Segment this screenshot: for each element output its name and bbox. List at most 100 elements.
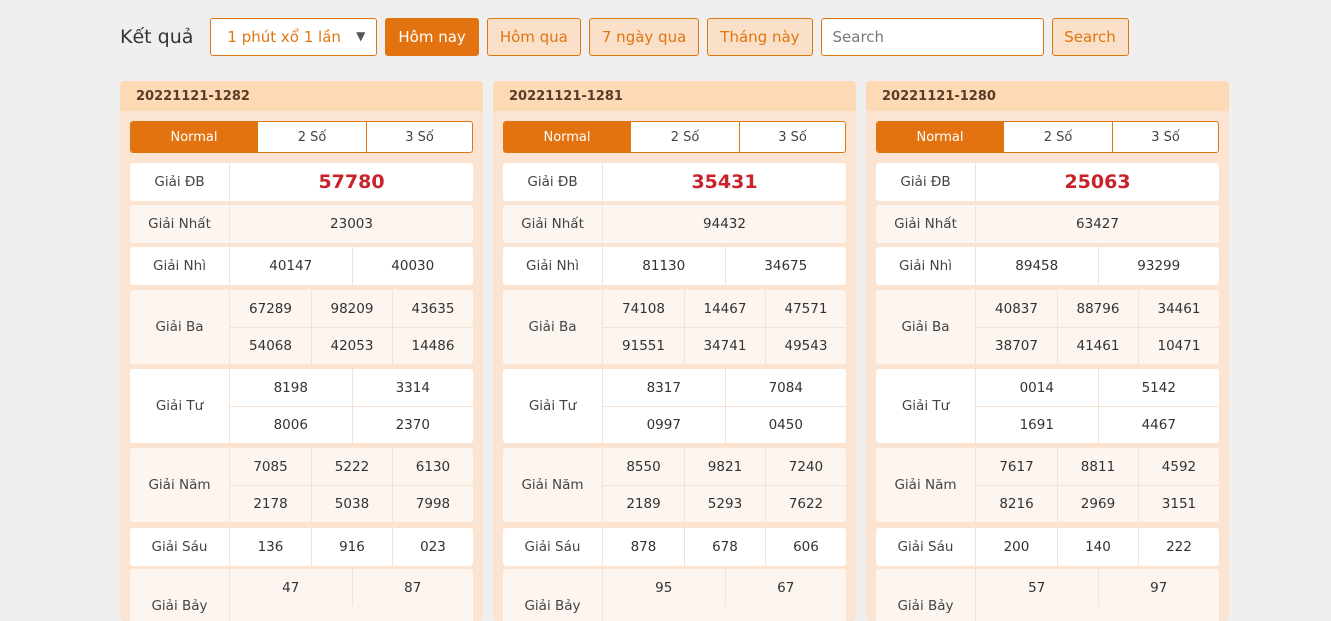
prize-label: Giải Nhất [503,205,603,243]
prize-row: Giải Ba 74108 14467 47571 91551 34741 49543 [503,290,846,364]
prize-row: Giải Ba 67289 98209 43635 54068 42053 14486 [130,290,473,364]
prize-row: Giải ĐB 35431 [503,163,846,201]
prize-label: Giải Tư [130,369,230,443]
prize-label: Giải Năm [130,448,230,522]
prize-number: 89458 [1015,258,1059,274]
prize-number: 81130 [642,258,686,274]
prize-number: 0014 [1019,379,1054,396]
prize-number: 6130 [391,448,473,485]
prize-label: Giải Năm [876,448,976,522]
prize-number: 42053 [310,327,392,364]
prize-numbers: 878 678 606 [603,528,846,566]
prize-numbers: 8198 3314 8006 2370 [230,369,473,443]
prize-row: Giải Nhì 89458 93299 [876,247,1219,285]
prize-number: 2178 [230,485,311,522]
prize-number: 136 [257,539,284,555]
prize-label: Giải Nhất [876,205,976,243]
prize-number: 8006 [230,406,352,443]
prize-number: 8216 [976,485,1057,522]
result-card: 20221121-1280 Normal 2 Số 3 Số Giải ĐB 25063 G… [866,81,1229,621]
digit-mode-tabs: Normal 2 Số 3 Số [503,121,846,153]
prize-row: Giải Nhất 23003 [130,205,473,243]
prize-number: 140 [1056,528,1138,566]
prize-number: 606 [764,528,846,566]
prize-number: 40030 [351,247,474,285]
filter-toolbar: Kết quả 1 phút xổ 1 lần ▼ Hôm nay Hôm qu… [120,18,1129,56]
prize-label: Giải Sáu [130,528,230,566]
prize-numbers: 0014 5142 1691 4467 [976,369,1219,443]
prize-label: Giải Ba [503,290,603,364]
this-month-button[interactable]: Tháng này [707,18,813,56]
tab-2-digit[interactable]: 2 Số [257,122,366,152]
search-button[interactable]: Search [1051,18,1129,56]
prize-row: Giải Nhất 94432 [503,205,846,243]
prize-number: 14467 [683,290,765,327]
prize-number: 10471 [1137,327,1219,364]
prize-number: 14486 [391,327,473,364]
prize-number: 91551 [603,327,684,364]
prize-number: 8550 [626,458,661,475]
results-label: Kết quả [120,26,194,48]
prize-number: 88796 [1056,290,1138,327]
prize-numbers: 35431 [603,163,846,201]
prize-label: Giải Nhất [130,205,230,243]
search-input[interactable]: Search [820,18,1044,56]
tab-2-digit[interactable]: 2 Số [1003,122,1112,152]
prize-numbers: 40837 88796 34461 38707 41461 10471 [976,290,1219,364]
result-card: 20221121-1282 Normal 2 Số 3 Số Giải ĐB 57780 G… [120,81,483,621]
prize-number: 8198 [273,379,308,396]
prize-number: 49543 [764,327,846,364]
prize-number: 3151 [1137,485,1219,522]
prize-row: Giải ĐB 57780 [130,163,473,201]
prize-row: Giải Nhì 40147 40030 [130,247,473,285]
prize-number: 97 [1097,569,1220,606]
prize-number: 878 [630,539,657,555]
prize-numbers: 200 140 222 [976,528,1219,566]
prize-numbers: 57780 [230,163,473,201]
prize-row: Giải Nhất 63427 [876,205,1219,243]
prize-row: Giải ĐB 25063 [876,163,1219,201]
prize-label: Giải Bảy [503,569,603,621]
prize-numbers: 8317 7084 0997 0450 [603,369,846,443]
prize-number: 3314 [351,369,474,406]
prize-number: 7084 [724,369,847,406]
tab-normal[interactable]: Normal [504,122,630,152]
select-value: 1 phút xổ 1 lần [227,28,341,46]
yesterday-button[interactable]: Hôm qua [486,18,581,56]
prize-numbers: 63427 [976,205,1219,243]
tab-3-digit[interactable]: 3 Số [739,122,845,152]
prize-row: Giải Năm 7085 5222 6130 2178 5038 7998 [130,448,473,522]
prize-number: 40147 [269,258,313,274]
prize-number: 7622 [764,485,846,522]
prize-number: 4592 [1137,448,1219,485]
prize-label: Giải Ba [876,290,976,364]
digit-mode-tabs: Normal 2 Số 3 Số [876,121,1219,153]
prize-numbers: 67289 98209 43635 54068 42053 14486 [230,290,473,364]
prize-row: Giải Ba 40837 88796 34461 38707 41461 10471 [876,290,1219,364]
prize-numbers: 47 87 [230,569,473,621]
prize-label: Giải ĐB [503,163,603,201]
tab-3-digit[interactable]: 3 Số [366,122,472,152]
draw-id: 20221121-1280 [866,81,1229,111]
tab-normal[interactable]: Normal [131,122,257,152]
prize-number: 7085 [253,458,288,475]
prize-number: 57 [1028,579,1046,596]
prize-number: 7998 [391,485,473,522]
draw-interval-select[interactable]: 1 phút xổ 1 lần ▼ [210,18,378,56]
prize-row: Giải Bảy 95 67 [503,569,846,621]
prize-number: 5038 [310,485,392,522]
today-button[interactable]: Hôm nay [385,18,479,56]
tab-3-digit[interactable]: 3 Số [1112,122,1218,152]
prize-number: 2189 [603,485,684,522]
prize-label: Giải Tư [876,369,976,443]
tab-2-digit[interactable]: 2 Số [630,122,739,152]
prize-label: Giải Sáu [503,528,603,566]
prize-label: Giải Ba [130,290,230,364]
prize-number: 222 [1137,528,1219,566]
prize-row: Giải Năm 8550 9821 7240 2189 5293 7622 [503,448,846,522]
prize-number: 41461 [1056,327,1138,364]
last-7-days-button[interactable]: 7 ngày qua [588,18,700,56]
prize-number: 54068 [230,327,311,364]
tab-normal[interactable]: Normal [877,122,1003,152]
prize-number: 38707 [976,327,1057,364]
